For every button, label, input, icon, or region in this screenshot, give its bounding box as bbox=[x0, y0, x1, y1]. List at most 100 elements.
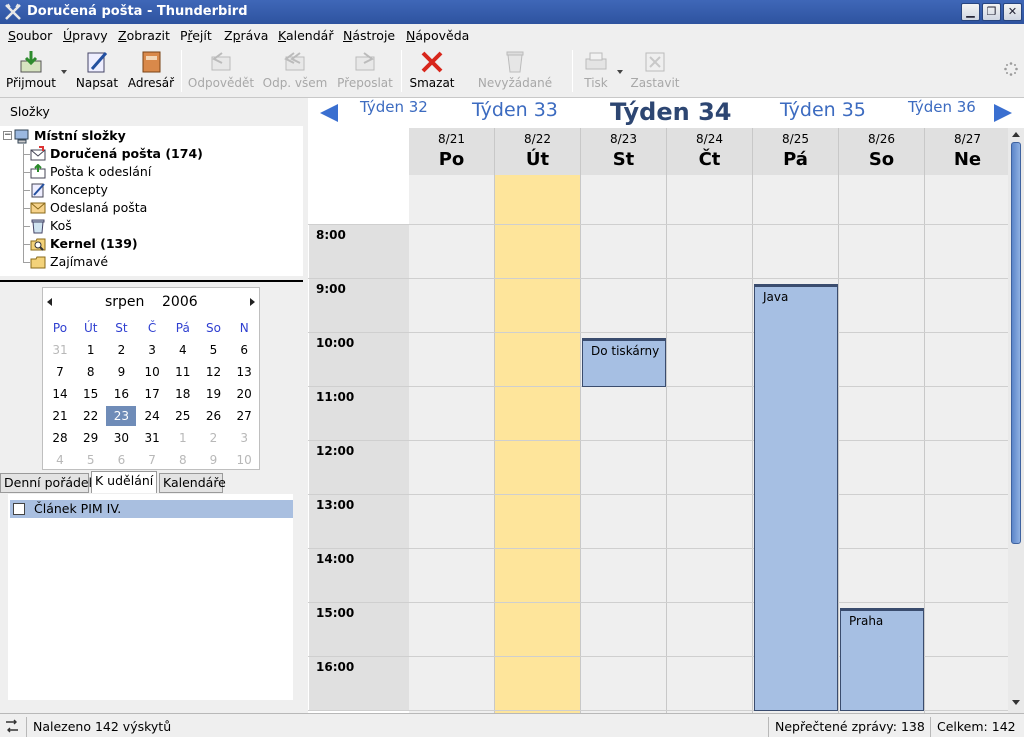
minimize-button[interactable]: ▁ bbox=[961, 3, 980, 21]
mini-calendar-day[interactable]: 27 bbox=[229, 406, 259, 426]
mini-calendar-day[interactable]: 7 bbox=[45, 362, 75, 382]
forward-button[interactable]: Přeposlat bbox=[333, 46, 397, 96]
menu-view[interactable]: Zobrazit bbox=[118, 28, 170, 43]
mini-calendar-day[interactable]: 28 bbox=[45, 428, 75, 448]
week-33-link[interactable]: Týden 33 bbox=[472, 99, 558, 121]
online-status-icon[interactable] bbox=[4, 719, 20, 733]
folder-item[interactable]: Koncepty bbox=[0, 181, 300, 199]
mini-calendar-day[interactable]: 3 bbox=[137, 340, 167, 360]
folder-item[interactable]: Odeslaná pošta bbox=[0, 199, 300, 217]
mini-calendar-day[interactable]: 31 bbox=[45, 340, 75, 360]
day-header[interactable]: 8/23 St bbox=[581, 128, 667, 175]
next-month-icon[interactable] bbox=[250, 298, 255, 306]
mini-calendar-day[interactable]: 8 bbox=[168, 450, 198, 470]
mini-calendar-day[interactable]: 1 bbox=[168, 428, 198, 448]
todo-item[interactable]: Článek PIM IV. bbox=[10, 500, 293, 518]
mini-calendar-day[interactable]: 5 bbox=[199, 340, 229, 360]
vertical-scrollbar[interactable] bbox=[1008, 128, 1024, 713]
mini-calendar-day[interactable]: 9 bbox=[106, 362, 136, 382]
mini-calendar-day[interactable]: 17 bbox=[137, 384, 167, 404]
write-button[interactable]: Napsat bbox=[72, 46, 122, 96]
prev-week-icon[interactable] bbox=[320, 104, 338, 122]
day-column[interactable] bbox=[667, 175, 753, 713]
folder-item[interactable]: Pošta k odeslání bbox=[0, 163, 300, 181]
mini-calendar-day[interactable]: 31 bbox=[137, 428, 167, 448]
menu-edit[interactable]: Úpravy bbox=[63, 28, 108, 43]
scrollbar-thumb[interactable] bbox=[1011, 142, 1021, 544]
reply-button[interactable]: Odpovědět bbox=[186, 46, 256, 96]
mini-calendar-day[interactable]: 26 bbox=[199, 406, 229, 426]
mini-calendar-day[interactable]: 25 bbox=[168, 406, 198, 426]
day-header[interactable]: 8/24 Čt bbox=[667, 128, 753, 175]
mini-calendar-day[interactable]: 8 bbox=[76, 362, 106, 382]
address-book-button[interactable]: Adresář bbox=[125, 46, 177, 96]
mini-calendar-day[interactable]: 6 bbox=[229, 340, 259, 360]
week-32-link[interactable]: Týden 32 bbox=[360, 98, 428, 116]
collapse-icon[interactable]: − bbox=[3, 131, 12, 140]
next-week-icon[interactable] bbox=[994, 104, 1012, 122]
menu-help[interactable]: Nápověda bbox=[406, 28, 469, 43]
folder-item[interactable]: Kernel (139) bbox=[0, 235, 300, 253]
mini-calendar-day[interactable]: 16 bbox=[106, 384, 136, 404]
mini-calendar-day[interactable]: 15 bbox=[76, 384, 106, 404]
tab-agenda[interactable]: Denní pořádek bbox=[0, 473, 96, 493]
mini-calendar-day[interactable]: 18 bbox=[168, 384, 198, 404]
mini-calendar-day[interactable]: 4 bbox=[168, 340, 198, 360]
mini-calendar-day[interactable]: 12 bbox=[199, 362, 229, 382]
get-mail-dropdown-icon[interactable] bbox=[61, 70, 67, 74]
week-36-link[interactable]: Týden 36 bbox=[908, 98, 976, 116]
delete-button[interactable]: Smazat bbox=[406, 46, 458, 96]
mini-calendar-day[interactable]: 4 bbox=[45, 450, 75, 470]
prev-month-icon[interactable] bbox=[47, 298, 52, 306]
day-column[interactable] bbox=[581, 175, 667, 713]
day-header[interactable]: 8/22 Út bbox=[495, 128, 581, 175]
scroll-down-icon[interactable] bbox=[1012, 700, 1020, 705]
day-header[interactable]: 8/21 Po bbox=[409, 128, 495, 175]
day-header[interactable]: 8/25 Pá bbox=[753, 128, 839, 175]
menu-go[interactable]: Přejít bbox=[180, 28, 212, 43]
todo-checkbox[interactable] bbox=[13, 503, 25, 515]
mini-calendar-day[interactable]: 30 bbox=[106, 428, 136, 448]
mini-calendar-day[interactable]: 1 bbox=[76, 340, 106, 360]
get-mail-button[interactable]: Přijmout bbox=[2, 46, 60, 96]
mini-calendar-day[interactable]: 10 bbox=[137, 362, 167, 382]
menu-calendar[interactable]: Kalendář bbox=[278, 28, 333, 43]
close-button[interactable]: ✕ bbox=[1003, 3, 1022, 21]
mini-calendar-day[interactable]: 29 bbox=[76, 428, 106, 448]
mini-calendar-day[interactable]: 19 bbox=[199, 384, 229, 404]
maximize-button[interactable]: ❐ bbox=[982, 3, 1001, 21]
mini-calendar-day[interactable]: 13 bbox=[229, 362, 259, 382]
mini-calendar-day[interactable]: 3 bbox=[229, 428, 259, 448]
folder-item[interactable]: Doručená pošta (174) bbox=[0, 145, 300, 163]
menu-tools[interactable]: Nástroje bbox=[343, 28, 395, 43]
folder-item[interactable]: Zajímavé bbox=[0, 253, 300, 271]
mini-calendar-day[interactable]: 22 bbox=[76, 406, 106, 426]
tab-todo[interactable]: K udělání bbox=[91, 471, 157, 493]
mini-calendar-day[interactable]: 23 bbox=[106, 406, 137, 426]
menu-message[interactable]: Zpráva bbox=[224, 28, 268, 43]
mini-calendar-day[interactable]: 21 bbox=[45, 406, 75, 426]
junk-button[interactable]: Nevyžádané bbox=[474, 46, 556, 96]
mini-calendar-day[interactable]: 6 bbox=[106, 450, 136, 470]
day-column[interactable] bbox=[409, 175, 495, 713]
mini-calendar-day[interactable]: 24 bbox=[137, 406, 167, 426]
pane-splitter[interactable] bbox=[0, 280, 303, 282]
mini-calendar-day[interactable]: 5 bbox=[76, 450, 106, 470]
stop-button[interactable]: Zastavit bbox=[627, 46, 683, 96]
mini-calendar-day[interactable]: 10 bbox=[229, 450, 259, 470]
scroll-up-icon[interactable] bbox=[1012, 132, 1020, 137]
week-35-link[interactable]: Týden 35 bbox=[780, 99, 866, 121]
mini-calendar-day[interactable]: 9 bbox=[199, 450, 229, 470]
mini-calendar-day[interactable]: 20 bbox=[229, 384, 259, 404]
folder-item[interactable]: Koš bbox=[0, 217, 300, 235]
day-column[interactable] bbox=[925, 175, 1008, 713]
day-column-today[interactable] bbox=[495, 175, 581, 713]
day-header[interactable]: 8/26 So bbox=[839, 128, 925, 175]
mini-calendar-day[interactable]: 2 bbox=[199, 428, 229, 448]
mini-calendar-day[interactable]: 2 bbox=[106, 340, 136, 360]
print-button[interactable]: Tisk bbox=[578, 46, 614, 96]
menu-file[interactable]: Soubor bbox=[8, 28, 52, 43]
calendar-event[interactable]: Praha bbox=[840, 608, 924, 711]
time-grid[interactable]: 8:00 9:00 10:00 11:00 12:00 13:00 14:00 15:00 16… bbox=[308, 175, 1008, 713]
day-header[interactable]: 8/27 Ne bbox=[925, 128, 1011, 175]
